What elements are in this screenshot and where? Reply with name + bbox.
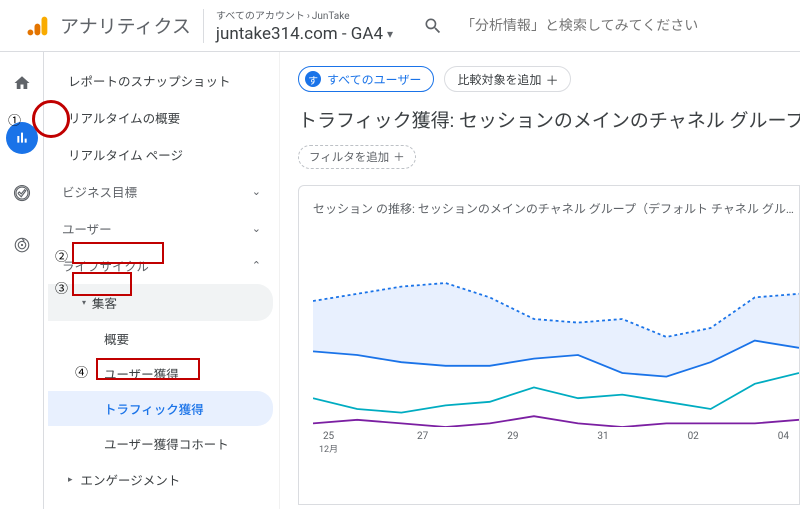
product-name: アナリティクス xyxy=(60,12,191,39)
chevron-down-icon: ▾ xyxy=(387,27,393,41)
chevron-down-icon: ⌄ xyxy=(252,185,261,198)
home-icon[interactable] xyxy=(9,70,35,96)
left-rail xyxy=(0,52,44,509)
report-title: トラフィック獲得: セッションのメインのチャネル グループ xyxy=(298,106,800,133)
nav-engagement[interactable]: エンゲージメント xyxy=(48,461,273,498)
line-chart: 2512月2729310204 xyxy=(313,247,799,477)
chart-card: セッション の推移: セッションのメインのチャネル グループ（デフォルト チャネ… xyxy=(298,185,800,505)
chevron-up-icon: ⌃ xyxy=(252,259,261,272)
property-name: juntake314.com - GA4 xyxy=(216,24,383,44)
main-content: す すべてのユーザー 比較対象を追加＋ トラフィック獲得: セッションのメインの… xyxy=(280,52,800,509)
caret-down-icon: ▾ xyxy=(82,298,86,307)
breadcrumb: すべてのアカウント›JunTake xyxy=(216,7,393,22)
nav-realtime-overview[interactable]: リアルタイムの概要 xyxy=(48,99,273,136)
x-axis: 2512月2729310204 xyxy=(313,431,799,455)
nav-acq-user[interactable]: ユーザー獲得 xyxy=(48,356,273,391)
report-nav: レポートのスナップショット リアルタイムの概要 リアルタイム ページ ビジネス目… xyxy=(44,52,280,509)
nav-acquisition[interactable]: ▾集客 xyxy=(48,284,273,321)
nav-lifecycle[interactable]: ライフサイクル⌃ xyxy=(48,247,273,284)
nav-user[interactable]: ユーザー⌄ xyxy=(48,210,273,247)
chip-all-users[interactable]: す すべてのユーザー xyxy=(298,66,434,92)
nav-acq-cohort[interactable]: ユーザー獲得コホート xyxy=(48,426,273,461)
nav-acq-traffic[interactable]: トラフィック獲得 xyxy=(48,391,273,426)
nav-snapshot[interactable]: レポートのスナップショット xyxy=(48,62,273,99)
plus-icon: ＋ xyxy=(545,70,558,89)
divider xyxy=(203,9,204,43)
reports-icon[interactable] xyxy=(6,122,38,154)
search-input[interactable] xyxy=(461,18,711,34)
explore-icon[interactable] xyxy=(9,180,35,206)
property-switcher[interactable]: すべてのアカウント›JunTake juntake314.com - GA4 ▾ xyxy=(216,7,393,44)
advertising-icon[interactable] xyxy=(9,232,35,258)
chevron-down-icon: ⌄ xyxy=(252,222,261,235)
chart-title: セッション の推移: セッションのメインのチャネル グループ（デフォルト チャネ… xyxy=(313,200,799,217)
nav-acq-overview[interactable]: 概要 xyxy=(48,321,273,356)
search-icon[interactable] xyxy=(423,16,443,36)
search-wrap xyxy=(423,16,711,36)
top-bar: アナリティクス すべてのアカウント›JunTake juntake314.com… xyxy=(0,0,800,52)
plus-icon: ＋ xyxy=(393,149,405,165)
add-filter-chip[interactable]: フィルタを追加＋ xyxy=(298,145,416,169)
nav-monetization[interactable]: 収益化 xyxy=(48,498,273,509)
analytics-logo-icon xyxy=(24,12,52,40)
chip-badge-icon: す xyxy=(305,71,321,87)
nav-business-goals[interactable]: ビジネス目標⌄ xyxy=(48,173,273,210)
nav-realtime-pages[interactable]: リアルタイム ページ xyxy=(48,136,273,173)
chip-add-comparison[interactable]: 比較対象を追加＋ xyxy=(444,66,571,92)
